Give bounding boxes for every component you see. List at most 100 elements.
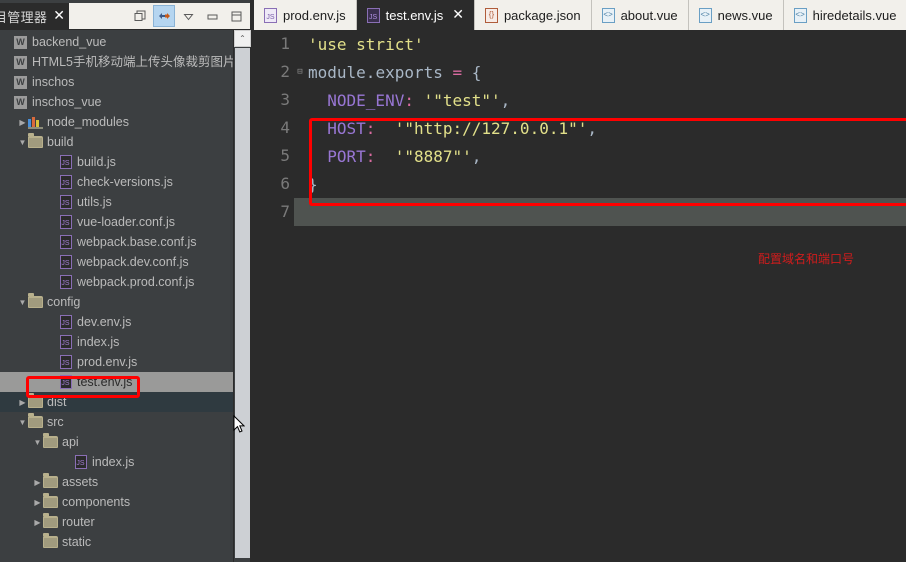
tree-row[interactable]: JS webpack.prod.conf.js (0, 272, 250, 292)
fold-toggle-icon[interactable]: ⊟ (294, 58, 306, 86)
code-line[interactable]: 3 NODE_ENV: '"test"', (254, 86, 906, 114)
module-icon: W (13, 55, 28, 70)
tree-row[interactable]: JS index.js (0, 332, 250, 352)
close-icon[interactable]: ✕ (53, 9, 65, 23)
code-line-text: PORT: '"8887"', (306, 147, 481, 166)
vue-file-icon: <> (793, 7, 807, 23)
tree-row[interactable]: ▶ components (0, 492, 250, 512)
chevron-down-icon[interactable]: ▼ (32, 434, 43, 450)
chevron-right-icon[interactable]: ▶ (17, 394, 28, 410)
tree-row[interactable]: JS vue-loader.conf.js (0, 212, 250, 232)
tree-row[interactable]: JS dev.env.js (0, 312, 250, 332)
tree-row[interactable]: JS webpack.base.conf.js (0, 232, 250, 252)
tree-row[interactable]: JS prod.env.js (0, 352, 250, 372)
sidebar-toolbar: 目管理器 ✕ (0, 0, 250, 30)
tree-row-label: static (62, 535, 92, 549)
maximize-panel-icon[interactable] (225, 5, 247, 27)
code-line[interactable]: 1 'use strict' (254, 30, 906, 58)
chevron-down-icon[interactable]: ▼ (17, 294, 28, 310)
editor-tab-bar[interactable]: JS prod.env.js JS test.env.js ✕ {} package.jso… (254, 0, 906, 30)
sidebar-scrollbar[interactable]: ⌃ (233, 30, 251, 562)
js-file-icon: JS (73, 455, 88, 470)
tree-row[interactable]: ▼ config (0, 292, 250, 312)
code-line[interactable]: 4 HOST: '"http://127.0.0.1"', (254, 114, 906, 142)
folder-icon (28, 393, 43, 410)
chevron-down-icon[interactable]: ▼ (17, 134, 28, 150)
code-token: { (462, 62, 482, 82)
project-sidebar: 目管理器 ✕ W backend_vue W HTML5手机移动端上传头像裁剪图… (0, 0, 251, 562)
tree-row[interactable]: ▶ node_modules (0, 112, 250, 132)
tree-row[interactable]: Winschos_vue (0, 92, 250, 112)
tree-row-label: components (62, 495, 131, 509)
js-file-icon: JS (58, 215, 73, 230)
code-token: , (500, 90, 511, 110)
project-panel-tab-label: 目管理器 (0, 9, 48, 25)
tree-row[interactable]: JS utils.js (0, 192, 250, 212)
editor-tab[interactable]: <> news.vue (688, 0, 784, 30)
scroll-up-icon[interactable]: ⌃ (234, 30, 251, 47)
scrollbar-thumb[interactable] (235, 48, 250, 558)
project-panel-tab[interactable]: 目管理器 ✕ (0, 3, 69, 29)
code-line[interactable]: 5 PORT: '"8887"', (254, 142, 906, 170)
editor-tab[interactable]: <> hiredetails.vue (783, 0, 906, 30)
collapse-all-icon[interactable] (129, 5, 151, 27)
tree-row[interactable]: ▶ assets (0, 472, 250, 492)
tree-row-label: webpack.dev.conf.js (77, 255, 189, 269)
close-icon[interactable]: ✕ (452, 8, 464, 22)
editor-tab[interactable]: JS prod.env.js (254, 0, 357, 30)
code-content[interactable]: 1'use strict' 2 ⊟ module.exports = {3 NODE_… (254, 30, 906, 562)
tree-row-label: inschos (32, 75, 75, 89)
chevron-right-icon[interactable]: ▶ (32, 474, 43, 490)
tree-row[interactable]: static (0, 532, 250, 552)
folder-icon (28, 413, 43, 430)
tree-row-label: index.js (92, 455, 135, 469)
module-icon: W (13, 75, 28, 90)
tree-row[interactable]: ▼ src (0, 412, 250, 432)
chevron-right-icon[interactable]: ▶ (32, 514, 43, 530)
code-line[interactable]: 7 (254, 198, 906, 226)
tree-row[interactable]: JS test.env.js (0, 372, 250, 392)
chevron-down-icon[interactable] (177, 5, 199, 27)
code-token: exports (375, 62, 443, 82)
tree-row-label: dist (47, 395, 67, 409)
code-token: : (404, 90, 414, 110)
folder-icon (43, 473, 58, 490)
tree-row[interactable]: JS build.js (0, 152, 250, 172)
code-token: } (308, 174, 318, 194)
chevron-down-icon[interactable]: ▼ (17, 414, 28, 430)
code-line[interactable]: 2 ⊟ module.exports = { (254, 58, 906, 86)
tree-row[interactable]: JS index.js (0, 452, 250, 472)
chevron-right-icon[interactable]: ▶ (32, 494, 43, 510)
tree-row[interactable]: Wbackend_vue (0, 32, 250, 52)
editor-tab[interactable]: JS test.env.js ✕ (356, 0, 475, 30)
editor-tab[interactable]: {} package.json (474, 0, 592, 30)
tree-row[interactable]: ▶ dist (0, 392, 250, 412)
editor-tab-label: prod.env.js (283, 7, 346, 23)
tree-row[interactable]: W HTML5手机移动端上传头像裁剪图片代码 (0, 52, 250, 72)
editor-tab[interactable]: <> about.vue (591, 0, 689, 30)
tree-row[interactable]: ▼ build (0, 132, 250, 152)
minimize-panel-icon[interactable] (201, 5, 223, 27)
tree-row[interactable]: JS check-versions.js (0, 172, 250, 192)
tree-row-label: prod.env.js (77, 355, 138, 369)
tree-row[interactable]: ▼ api (0, 432, 250, 452)
code-token: module (308, 62, 366, 82)
locate-file-icon[interactable] (153, 5, 175, 27)
project-file-tree[interactable]: Wbackend_vue W HTML5手机移动端上传头像裁剪图片代码 Winscho… (0, 30, 250, 562)
code-line[interactable]: 6} (254, 170, 906, 198)
folder-icon (28, 133, 43, 150)
tree-row[interactable]: ▶ router (0, 512, 250, 532)
chevron-right-icon[interactable]: ▶ (17, 114, 28, 130)
tree-row[interactable]: JS webpack.dev.conf.js (0, 252, 250, 272)
tree-row[interactable]: Winschos (0, 72, 250, 92)
